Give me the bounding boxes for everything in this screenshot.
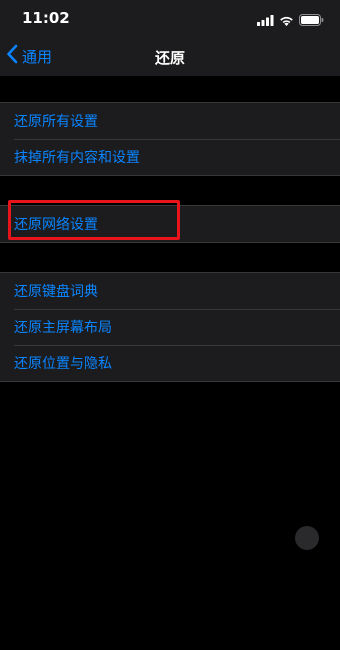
reset-location-privacy-row[interactable]: 还原位置与隐私 xyxy=(0,345,340,381)
status-time: 11:02 xyxy=(22,9,70,27)
row-label: 还原所有设置 xyxy=(14,114,98,130)
assistive-touch-button[interactable] xyxy=(295,526,319,550)
row-label: 还原键盘词典 xyxy=(14,284,98,300)
phone-screen: 11:02 通用 还原 还原所有设置 抹掉所有内容和设置 还原网络设置 还原键盘… xyxy=(0,0,340,650)
navigation-bar: 通用 还原 xyxy=(0,36,340,76)
settings-group-reset-all: 还原所有设置 抹掉所有内容和设置 xyxy=(0,102,340,176)
row-label: 抹掉所有内容和设置 xyxy=(14,150,140,166)
section-spacer xyxy=(0,76,340,102)
row-label: 还原位置与隐私 xyxy=(14,356,112,372)
reset-keyboard-dictionary-row[interactable]: 还原键盘词典 xyxy=(0,273,340,309)
erase-all-content-row[interactable]: 抹掉所有内容和设置 xyxy=(0,139,340,175)
reset-home-screen-layout-row[interactable]: 还原主屏幕布局 xyxy=(0,309,340,345)
row-label: 还原主屏幕布局 xyxy=(14,320,112,336)
signal-icon xyxy=(257,11,274,30)
page-title: 还原 xyxy=(154,49,185,67)
status-bar: 11:02 xyxy=(0,0,340,36)
status-icons xyxy=(257,11,324,30)
highlight-box xyxy=(8,200,180,240)
wifi-icon xyxy=(279,11,294,30)
battery-icon xyxy=(299,11,324,30)
settings-group-other: 还原键盘词典 还原主屏幕布局 还原位置与隐私 xyxy=(0,272,340,382)
reset-all-settings-row[interactable]: 还原所有设置 xyxy=(0,103,340,139)
